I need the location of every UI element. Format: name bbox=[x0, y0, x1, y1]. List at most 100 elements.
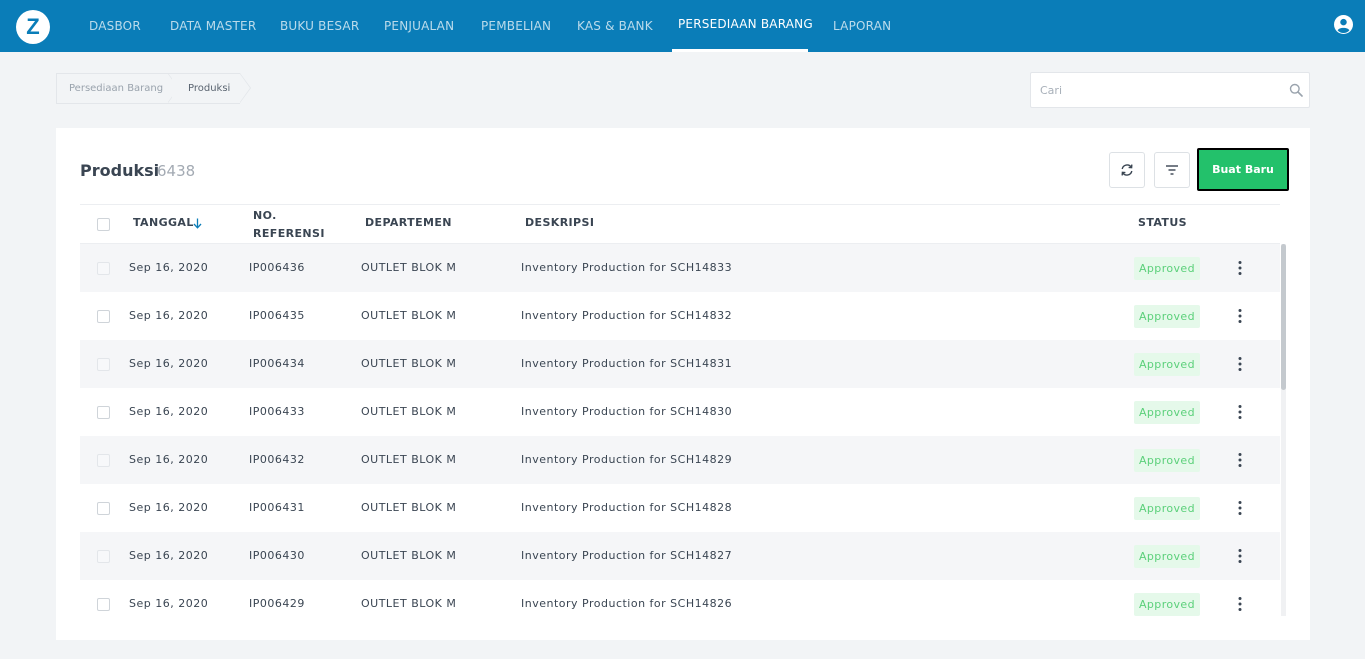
nav-item-dasbor[interactable]: DASBOR bbox=[89, 0, 141, 52]
more-options-icon[interactable] bbox=[1234, 500, 1246, 516]
table-body: Sep 16, 2020 IP006436 OUTLET BLOK M Inve… bbox=[80, 244, 1280, 616]
table-row[interactable]: Sep 16, 2020 IP006433 OUTLET BLOK M Inve… bbox=[80, 388, 1280, 436]
row-checkbox[interactable] bbox=[97, 406, 110, 419]
more-options-icon[interactable] bbox=[1234, 404, 1246, 420]
page-title: Produksi bbox=[80, 161, 160, 180]
cell-date: Sep 16, 2020 bbox=[129, 453, 209, 466]
more-options-icon[interactable] bbox=[1234, 260, 1246, 276]
cell-department: OUTLET BLOK M bbox=[361, 261, 457, 274]
column-header-description[interactable]: DESKRIPSI bbox=[525, 216, 594, 229]
status-badge: Approved bbox=[1134, 497, 1200, 520]
table-row[interactable]: Sep 16, 2020 IP006432 OUTLET BLOK M Inve… bbox=[80, 436, 1280, 484]
cell-department: OUTLET BLOK M bbox=[361, 357, 457, 370]
nav-item-persediaan-barang[interactable]: PERSEDIAAN BARANG bbox=[678, 0, 813, 52]
status-badge: Approved bbox=[1134, 401, 1200, 424]
app-logo[interactable]: Z bbox=[16, 10, 50, 44]
record-count: 6438 bbox=[157, 162, 196, 180]
scrollbar-thumb[interactable] bbox=[1281, 244, 1286, 390]
cell-description: Inventory Production for SCH14828 bbox=[521, 501, 733, 514]
filter-button[interactable] bbox=[1154, 152, 1190, 188]
cell-reference: IP006429 bbox=[249, 597, 305, 610]
more-options-icon[interactable] bbox=[1234, 596, 1246, 612]
table-row[interactable]: Sep 16, 2020 IP006435 OUTLET BLOK M Inve… bbox=[80, 292, 1280, 340]
cell-date: Sep 16, 2020 bbox=[129, 357, 209, 370]
row-checkbox[interactable] bbox=[97, 262, 110, 275]
breadcrumb-persediaan-barang[interactable]: Persediaan Barang bbox=[56, 73, 172, 104]
table-row[interactable]: Sep 16, 2020 IP006430 OUTLET BLOK M Inve… bbox=[80, 532, 1280, 580]
cell-description: Inventory Production for SCH14833 bbox=[521, 261, 733, 274]
top-navigation-bar: Z DASBOR DATA MASTER BUKU BESAR PENJUALA… bbox=[0, 0, 1365, 52]
row-checkbox[interactable] bbox=[97, 502, 110, 515]
column-header-status[interactable]: STATUS bbox=[1138, 216, 1187, 229]
cell-date: Sep 16, 2020 bbox=[129, 309, 209, 322]
cell-date: Sep 16, 2020 bbox=[129, 501, 209, 514]
cell-department: OUTLET BLOK M bbox=[361, 501, 457, 514]
cell-date: Sep 16, 2020 bbox=[129, 405, 209, 418]
nav-item-kas-bank[interactable]: KAS & BANK bbox=[577, 0, 653, 52]
active-nav-indicator bbox=[672, 49, 808, 52]
production-list-card: Produksi 6438 Buat Baru TANGGAL NO. REFE… bbox=[56, 128, 1310, 640]
status-badge: Approved bbox=[1134, 449, 1200, 472]
status-badge: Approved bbox=[1134, 305, 1200, 328]
cell-reference: IP006432 bbox=[249, 453, 305, 466]
search-box bbox=[1030, 72, 1310, 108]
nav-item-data-master[interactable]: DATA MASTER bbox=[170, 0, 256, 52]
arrow-down-icon[interactable] bbox=[193, 218, 202, 229]
cell-department: OUTLET BLOK M bbox=[361, 405, 457, 418]
table-row[interactable]: Sep 16, 2020 IP006431 OUTLET BLOK M Inve… bbox=[80, 484, 1280, 532]
more-options-icon[interactable] bbox=[1234, 452, 1246, 468]
table-scrollbar[interactable] bbox=[1281, 244, 1286, 616]
more-options-icon[interactable] bbox=[1234, 356, 1246, 372]
create-new-button[interactable]: Buat Baru bbox=[1197, 148, 1289, 191]
search-input[interactable] bbox=[1031, 73, 1281, 107]
cell-reference: IP006436 bbox=[249, 261, 305, 274]
status-badge: Approved bbox=[1134, 257, 1200, 280]
refresh-icon bbox=[1121, 164, 1133, 176]
status-badge: Approved bbox=[1134, 545, 1200, 568]
nav-item-penjualan[interactable]: PENJUALAN bbox=[384, 0, 454, 52]
table-row[interactable]: Sep 16, 2020 IP006434 OUTLET BLOK M Inve… bbox=[80, 340, 1280, 388]
row-checkbox[interactable] bbox=[97, 358, 110, 371]
column-header-department[interactable]: DEPARTEMEN bbox=[365, 216, 452, 229]
table-row[interactable]: Sep 16, 2020 IP006436 OUTLET BLOK M Inve… bbox=[80, 244, 1280, 292]
cell-date: Sep 16, 2020 bbox=[129, 597, 209, 610]
cell-description: Inventory Production for SCH14832 bbox=[521, 309, 733, 322]
user-circle-icon[interactable] bbox=[1334, 15, 1353, 34]
column-header-date[interactable]: TANGGAL bbox=[133, 216, 194, 229]
cell-date: Sep 16, 2020 bbox=[129, 261, 209, 274]
cell-description: Inventory Production for SCH14826 bbox=[521, 597, 733, 610]
cell-reference: IP006435 bbox=[249, 309, 305, 322]
more-options-icon[interactable] bbox=[1234, 548, 1246, 564]
cell-description: Inventory Production for SCH14830 bbox=[521, 405, 733, 418]
row-checkbox[interactable] bbox=[97, 598, 110, 611]
row-checkbox[interactable] bbox=[97, 310, 110, 323]
nav-item-laporan[interactable]: LAPORAN bbox=[833, 0, 891, 52]
cell-department: OUTLET BLOK M bbox=[361, 309, 457, 322]
cell-department: OUTLET BLOK M bbox=[361, 549, 457, 562]
more-options-icon[interactable] bbox=[1234, 308, 1246, 324]
status-badge: Approved bbox=[1134, 353, 1200, 376]
row-checkbox[interactable] bbox=[97, 550, 110, 563]
row-checkbox[interactable] bbox=[97, 454, 110, 467]
table-row[interactable]: Sep 16, 2020 IP006429 OUTLET BLOK M Inve… bbox=[80, 580, 1280, 616]
filter-icon bbox=[1166, 165, 1178, 175]
search-icon[interactable] bbox=[1289, 83, 1303, 97]
cell-description: Inventory Production for SCH14829 bbox=[521, 453, 733, 466]
nav-item-buku-besar[interactable]: BUKU BESAR bbox=[280, 0, 359, 52]
breadcrumb-produksi: Produksi bbox=[172, 73, 240, 104]
cell-reference: IP006431 bbox=[249, 501, 305, 514]
cell-department: OUTLET BLOK M bbox=[361, 597, 457, 610]
cell-date: Sep 16, 2020 bbox=[129, 549, 209, 562]
table-header: TANGGAL NO. REFERENSI DEPARTEMEN DESKRIP… bbox=[80, 204, 1280, 244]
column-header-reference[interactable]: NO. REFERENSI bbox=[253, 207, 333, 243]
refresh-button[interactable] bbox=[1109, 152, 1145, 188]
cell-reference: IP006433 bbox=[249, 405, 305, 418]
cell-reference: IP006434 bbox=[249, 357, 305, 370]
cell-reference: IP006430 bbox=[249, 549, 305, 562]
cell-description: Inventory Production for SCH14827 bbox=[521, 549, 733, 562]
cell-department: OUTLET BLOK M bbox=[361, 453, 457, 466]
nav-item-pembelian[interactable]: PEMBELIAN bbox=[481, 0, 551, 52]
status-badge: Approved bbox=[1134, 593, 1200, 616]
cell-description: Inventory Production for SCH14831 bbox=[521, 357, 733, 370]
select-all-checkbox[interactable] bbox=[97, 218, 110, 231]
